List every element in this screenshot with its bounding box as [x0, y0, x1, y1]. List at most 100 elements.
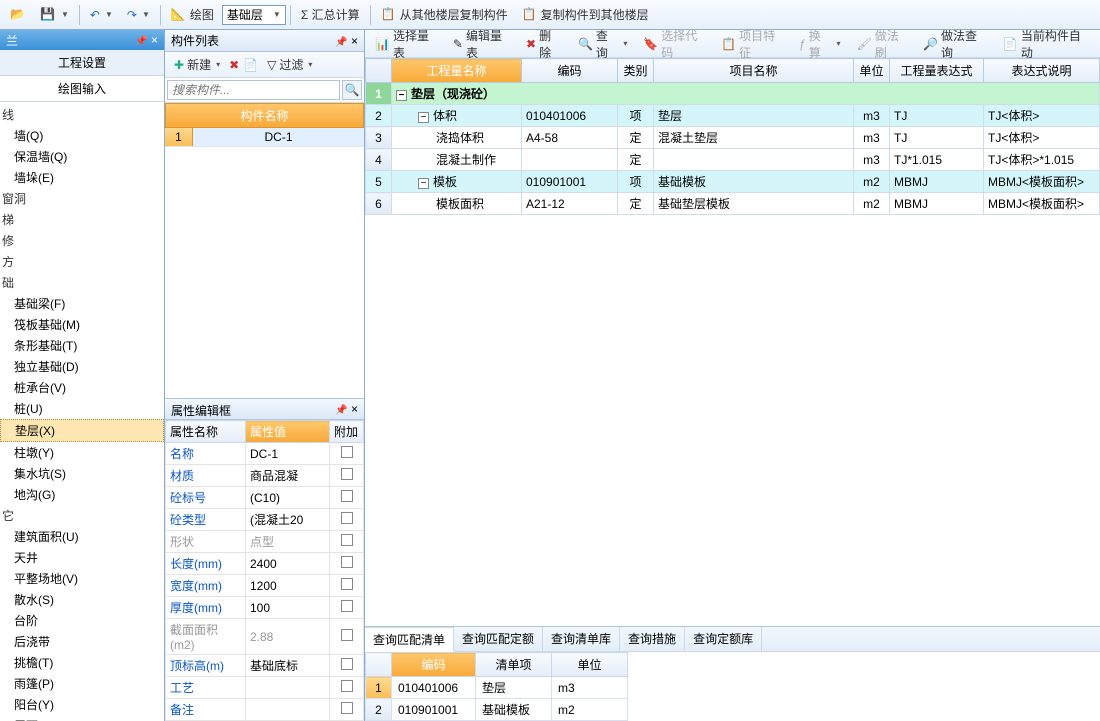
qty-col-expr[interactable]: 工程量表达式 — [890, 59, 984, 83]
nav-item-wall-pier[interactable]: 墙垛(E) — [0, 167, 164, 188]
qty-group-row[interactable]: −垫层（现浇砼） — [392, 83, 1100, 105]
prop-value[interactable]: (C10) — [246, 487, 330, 509]
collapse-icon[interactable]: − — [418, 112, 429, 123]
qty-cell-expr[interactable]: MBMJ — [890, 171, 984, 193]
nav-item-apron[interactable]: 散水(S) — [0, 589, 164, 610]
prop-extra[interactable] — [330, 699, 364, 721]
qty-cell-expr[interactable]: MBMJ — [890, 193, 984, 215]
tab-match-quota[interactable]: 查询匹配定额 — [454, 627, 543, 651]
qty-cell-unit[interactable]: m3 — [854, 105, 890, 127]
qty-col-unit[interactable]: 单位 — [854, 59, 890, 83]
prop-extra[interactable] — [330, 575, 364, 597]
prop-value[interactable]: (混凝土20 — [246, 509, 330, 531]
nav-item-pile[interactable]: 桩(U) — [0, 398, 164, 419]
qty-cell-cat[interactable]: 项 — [618, 171, 654, 193]
qty-cell-desc[interactable]: MBMJ<模板面积> — [984, 193, 1100, 215]
qty-cell-unit[interactable]: m2 — [854, 193, 890, 215]
prop-extra[interactable] — [330, 619, 364, 655]
qty-col-code[interactable]: 编码 — [522, 59, 618, 83]
nav-item-sump[interactable]: 集水坑(S) — [0, 463, 164, 484]
nav-item-eaves[interactable]: 挑檐(T) — [0, 652, 164, 673]
btm-cell-code[interactable]: 010901001 — [392, 699, 476, 721]
nav-item-post-pour[interactable]: 后浇带 — [0, 631, 164, 652]
nav-item-site-level[interactable]: 平整场地(V) — [0, 568, 164, 589]
prop-value[interactable]: DC-1 — [246, 443, 330, 465]
prop-extra[interactable] — [330, 553, 364, 575]
qty-cell-code[interactable] — [522, 149, 618, 171]
qty-cell-proj[interactable]: 基础垫层模板 — [654, 193, 854, 215]
qty-cell-expr[interactable]: TJ*1.015 — [890, 149, 984, 171]
item-feature-button[interactable]: 📋项目特征 — [715, 33, 791, 55]
nav-item-pile-cap[interactable]: 桩承台(V) — [0, 377, 164, 398]
copy-icon[interactable]: 📄 — [243, 58, 258, 72]
brush-query-button[interactable]: 🔎做法查询 — [917, 33, 993, 55]
nav-item-building-area[interactable]: 建筑面积(U) — [0, 526, 164, 547]
qty-cell-cat[interactable]: 定 — [618, 149, 654, 171]
btm-cell-item[interactable]: 基础模板 — [476, 699, 552, 721]
prop-value[interactable]: 100 — [246, 597, 330, 619]
qty-cell-proj[interactable]: 垫层 — [654, 105, 854, 127]
select-code-button[interactable]: 🔖选择代码 — [637, 33, 713, 55]
checkbox-icon[interactable] — [341, 680, 353, 692]
prop-extra[interactable] — [330, 465, 364, 487]
undo-button[interactable]: ↶▼ — [84, 4, 119, 26]
qty-cell-expr[interactable]: TJ — [890, 127, 984, 149]
prop-extra[interactable] — [330, 509, 364, 531]
prop-value[interactable]: 基础底标 — [246, 655, 330, 677]
checkbox-icon[interactable] — [341, 446, 353, 458]
pin-icon[interactable]: 📌 — [335, 37, 347, 48]
nav-item-balcony[interactable]: 阳台(Y) — [0, 694, 164, 715]
prop-value[interactable]: 商品混凝 — [246, 465, 330, 487]
redo-button[interactable]: ↷▼ — [121, 4, 156, 26]
qty-cell-expr[interactable]: TJ — [890, 105, 984, 127]
copy-to-floor-button[interactable]: 📋复制构件到其他楼层 — [516, 4, 655, 26]
qty-cell-name[interactable]: −体积 — [392, 105, 522, 127]
tab-project-settings[interactable]: 工程设置 — [0, 50, 164, 76]
convert-button[interactable]: ƒ换算▾ — [793, 33, 846, 55]
qty-cell-desc[interactable]: TJ<体积>*1.015 — [984, 149, 1100, 171]
qty-col-cat[interactable]: 类别 — [618, 59, 654, 83]
btm-col-unit[interactable]: 单位 — [552, 653, 628, 677]
qty-col-name[interactable]: 工程量名称 — [392, 59, 522, 83]
checkbox-icon[interactable] — [341, 490, 353, 502]
btm-cell-unit[interactable]: m2 — [552, 699, 628, 721]
qty-cell-code[interactable]: A21-12 — [522, 193, 618, 215]
prop-value[interactable] — [246, 699, 330, 721]
summary-calc-button[interactable]: Σ 汇总计算 — [295, 4, 366, 26]
prop-extra[interactable] — [330, 487, 364, 509]
qty-cell-cat[interactable]: 定 — [618, 127, 654, 149]
nav-item-found-beam[interactable]: 基础梁(F) — [0, 293, 164, 314]
qty-cell-proj[interactable]: 混凝土垫层 — [654, 127, 854, 149]
brush-button[interactable]: 🖌做法刷 — [850, 33, 915, 55]
prop-extra[interactable] — [330, 531, 364, 553]
filter-button[interactable]: ▽过滤▾ — [262, 54, 317, 76]
nav-item-strip-found[interactable]: 条形基础(T) — [0, 335, 164, 356]
new-button[interactable]: ✚新建▾ — [169, 54, 225, 76]
qty-cell-proj[interactable] — [654, 149, 854, 171]
qty-cell-code[interactable]: A4-58 — [522, 127, 618, 149]
nav-item-courtyard[interactable]: 天井 — [0, 547, 164, 568]
nav-item-column-pier[interactable]: 柱墩(Y) — [0, 442, 164, 463]
search-input[interactable] — [167, 80, 340, 100]
prop-extra[interactable] — [330, 655, 364, 677]
collapse-icon[interactable]: − — [396, 90, 407, 101]
collapse-icon[interactable]: − — [418, 178, 429, 189]
nav-item-raft[interactable]: 筏板基础(M) — [0, 314, 164, 335]
btm-col-item[interactable]: 清单项 — [476, 653, 552, 677]
qty-cell-name[interactable]: 混凝土制作 — [392, 149, 522, 171]
prop-extra[interactable] — [330, 443, 364, 465]
prop-value[interactable]: 2.88 — [246, 619, 330, 655]
btm-cell-code[interactable]: 010401006 — [392, 677, 476, 699]
btm-cell-unit[interactable]: m3 — [552, 677, 628, 699]
prop-value[interactable]: 2400 — [246, 553, 330, 575]
search-button[interactable]: 🔍 — [342, 80, 362, 100]
nav-item-canopy[interactable]: 雨篷(P) — [0, 673, 164, 694]
current-auto-button[interactable]: 📄当前构件自动 — [997, 33, 1096, 55]
edit-qty-button[interactable]: ✎编辑量表 — [447, 33, 518, 55]
prop-value[interactable]: 点型 — [246, 531, 330, 553]
delete-icon[interactable]: ✖ — [229, 58, 239, 72]
delete-button[interactable]: ✖删除 — [520, 33, 568, 55]
tab-match-list[interactable]: 查询匹配清单 — [365, 627, 454, 652]
close-icon[interactable]: × — [351, 402, 358, 416]
checkbox-icon[interactable] — [341, 534, 353, 546]
